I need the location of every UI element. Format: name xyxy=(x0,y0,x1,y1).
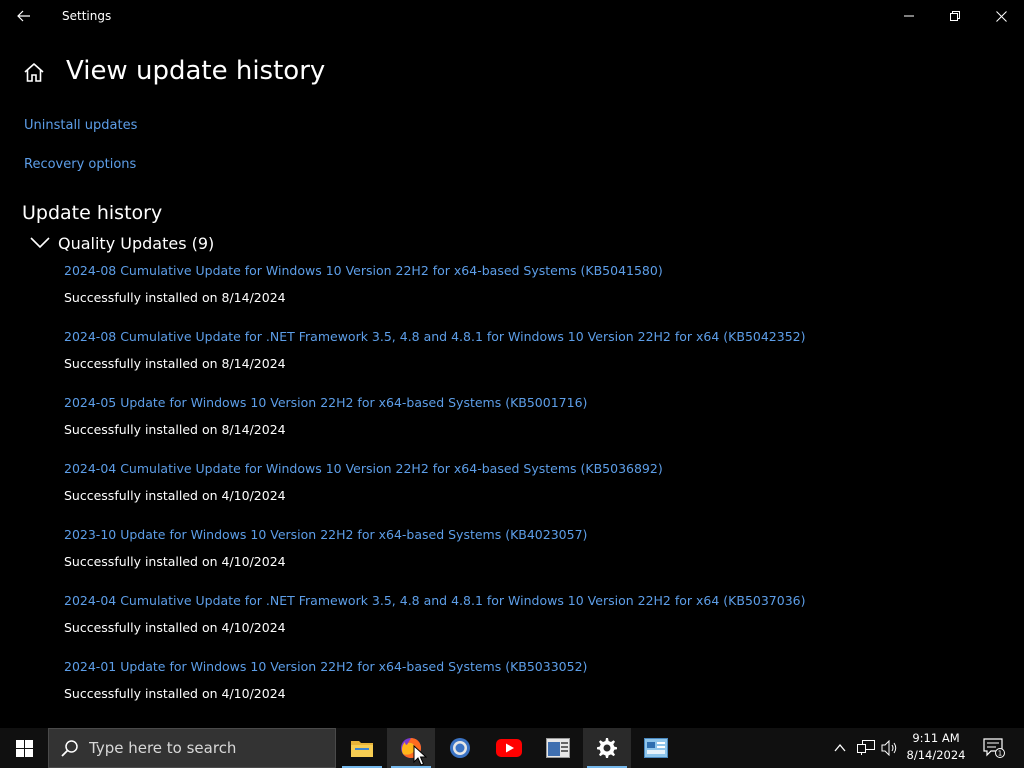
firefox-button[interactable] xyxy=(387,728,435,768)
update-link[interactable]: 2024-01 Update for Windows 10 Version 22… xyxy=(64,658,1004,676)
update-status: Successfully installed on 8/14/2024 xyxy=(64,356,286,371)
update-status: Successfully installed on 4/10/2024 xyxy=(64,488,286,503)
recovery-options-link[interactable]: Recovery options xyxy=(24,157,136,172)
taskbar-search[interactable] xyxy=(48,728,336,768)
list-item: 2024-04 Cumulative Update for Windows 10… xyxy=(64,460,1004,526)
chevron-down-icon xyxy=(30,237,50,249)
back-button[interactable] xyxy=(10,4,38,28)
volume-button[interactable] xyxy=(878,728,902,768)
action-center-button[interactable]: 1 xyxy=(978,728,1010,768)
update-status: Successfully installed on 8/14/2024 xyxy=(64,290,286,305)
restore-button[interactable] xyxy=(932,0,978,32)
volume-icon xyxy=(881,740,897,756)
close-button[interactable] xyxy=(978,0,1024,32)
settings-window: Settings View update history Uninstall u… xyxy=(0,0,1024,728)
back-arrow-icon xyxy=(17,10,30,22)
show-hidden-icons-button[interactable] xyxy=(830,728,850,768)
update-history-heading: Update history xyxy=(22,202,163,224)
app-title: Settings xyxy=(62,9,112,23)
window-app-icon xyxy=(546,738,570,758)
page-title: View update history xyxy=(66,56,326,86)
update-list: 2024-08 Cumulative Update for Windows 10… xyxy=(64,262,1004,724)
taskbar: 9:11 AM 8/14/2024 1 xyxy=(0,728,1024,768)
update-status: Successfully installed on 4/10/2024 xyxy=(64,686,286,701)
chrome-button[interactable] xyxy=(436,728,484,768)
taskbar-clock[interactable]: 9:11 AM 8/14/2024 xyxy=(902,730,970,764)
minimize-button[interactable] xyxy=(886,0,932,32)
folder-icon xyxy=(351,741,373,757)
update-status: Successfully installed on 4/10/2024 xyxy=(64,620,286,635)
youtube-icon xyxy=(496,739,522,757)
chevron-up-icon xyxy=(834,744,846,752)
list-item: 2024-05 Update for Windows 10 Version 22… xyxy=(64,394,1004,460)
minimize-icon xyxy=(904,15,914,17)
control-panel-button[interactable] xyxy=(632,728,680,768)
taskbar-app-button[interactable] xyxy=(534,728,582,768)
update-link[interactable]: 2024-08 Cumulative Update for .NET Frame… xyxy=(64,328,1004,346)
notification-count: 1 xyxy=(998,750,1002,758)
search-icon xyxy=(61,740,78,757)
update-link[interactable]: 2023-10 Update for Windows 10 Version 22… xyxy=(64,526,1004,544)
list-item: 2023-10 Update for Windows 10 Version 22… xyxy=(64,526,1004,592)
uninstall-updates-link[interactable]: Uninstall updates xyxy=(24,118,137,133)
restore-icon xyxy=(950,11,960,21)
notification-icon: 1 xyxy=(983,738,1005,758)
update-link[interactable]: 2024-08 Cumulative Update for Windows 10… xyxy=(64,262,1004,280)
title-bar: Settings xyxy=(0,0,1024,32)
file-explorer-button[interactable] xyxy=(338,728,386,768)
network-button[interactable] xyxy=(854,728,878,768)
youtube-button[interactable] xyxy=(485,728,533,768)
settings-app-button[interactable] xyxy=(583,728,631,768)
home-icon[interactable] xyxy=(22,61,46,85)
mouse-cursor-icon xyxy=(413,745,427,766)
update-status: Successfully installed on 8/14/2024 xyxy=(64,422,286,437)
list-item: 2024-04 Cumulative Update for .NET Frame… xyxy=(64,592,1004,658)
update-link[interactable]: 2024-04 Cumulative Update for .NET Frame… xyxy=(64,592,1004,610)
windows-logo-icon xyxy=(15,739,33,757)
group-label: Quality Updates (9) xyxy=(58,233,215,253)
control-panel-icon xyxy=(644,738,668,758)
network-icon xyxy=(857,740,875,755)
gear-icon xyxy=(597,738,617,758)
search-input[interactable] xyxy=(87,738,321,758)
update-link[interactable]: 2024-04 Cumulative Update for Windows 10… xyxy=(64,460,1004,478)
list-item: 2024-01 Update for Windows 10 Version 22… xyxy=(64,658,1004,724)
clock-date: 8/14/2024 xyxy=(906,748,966,762)
start-button[interactable] xyxy=(0,728,48,768)
list-item: 2024-08 Cumulative Update for .NET Frame… xyxy=(64,328,1004,394)
clock-time: 9:11 AM xyxy=(912,731,960,745)
close-icon xyxy=(995,10,1007,22)
list-item: 2024-08 Cumulative Update for Windows 10… xyxy=(64,262,1004,328)
chrome-icon xyxy=(450,738,470,758)
update-link[interactable]: 2024-05 Update for Windows 10 Version 22… xyxy=(64,394,1004,412)
quality-updates-group-toggle[interactable]: Quality Updates (9) xyxy=(30,232,214,254)
update-status: Successfully installed on 4/10/2024 xyxy=(64,554,286,569)
